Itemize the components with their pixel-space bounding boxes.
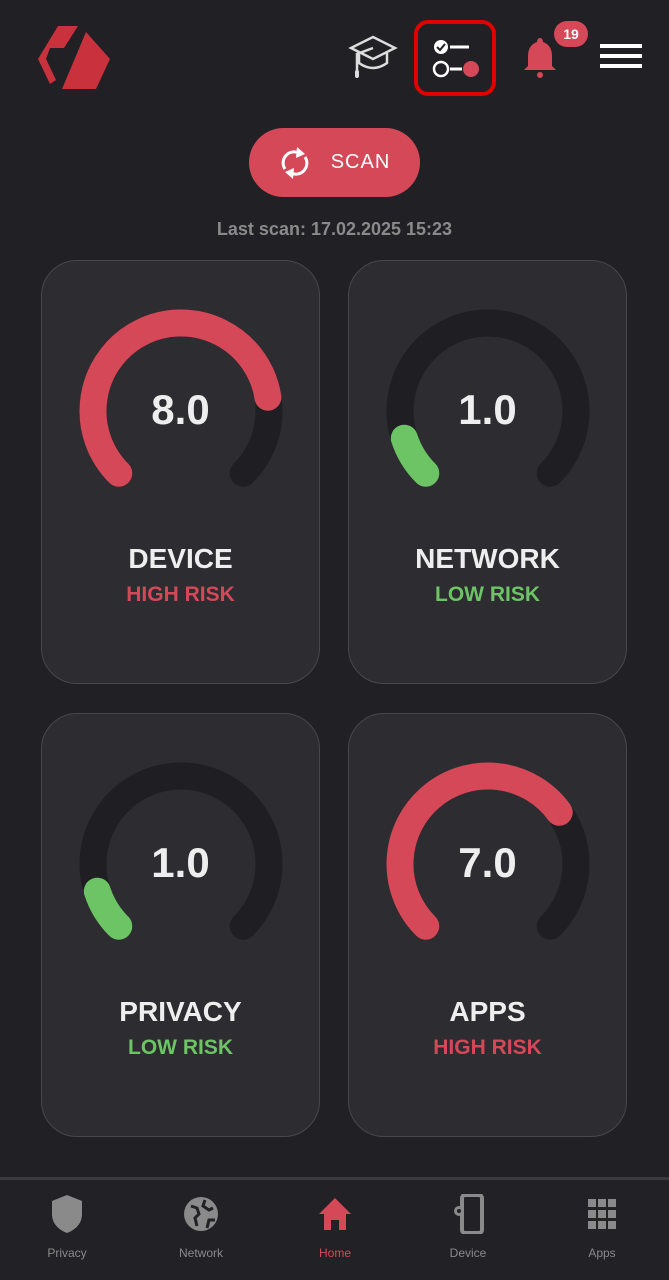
nav-network[interactable]: Network bbox=[134, 1194, 268, 1260]
globe-icon bbox=[184, 1197, 218, 1231]
scan-label: SCAN bbox=[330, 151, 391, 173]
gauge-value-arc bbox=[83, 877, 133, 940]
home-icon bbox=[319, 1198, 351, 1230]
notification-badge: 19 bbox=[554, 21, 588, 47]
refresh-icon bbox=[281, 146, 309, 179]
privacy-score-card[interactable]: 1.0 PRIVACY LOW RISK bbox=[41, 713, 320, 1137]
graduation-cap-icon[interactable] bbox=[348, 34, 398, 80]
bottom-navigation: Privacy Network Home Device Apps bbox=[0, 1177, 669, 1280]
nav-device[interactable]: Device bbox=[401, 1194, 535, 1260]
privacy-risk-label: LOW RISK bbox=[128, 1036, 233, 1059]
nav-network-label: Network bbox=[178, 1246, 223, 1260]
apps-title: APPS bbox=[449, 996, 526, 1027]
network-score-value: 1.0 bbox=[458, 386, 517, 433]
device-score-value: 8.0 bbox=[151, 386, 210, 433]
nav-privacy-label: Privacy bbox=[47, 1246, 87, 1260]
privacy-score-value: 1.0 bbox=[151, 839, 210, 886]
network-title: NETWORK bbox=[415, 543, 560, 574]
checklist-settings-button[interactable] bbox=[414, 20, 496, 96]
hamburger-menu-icon[interactable] bbox=[600, 42, 642, 70]
nav-apps[interactable]: Apps bbox=[535, 1194, 669, 1260]
shield-icon bbox=[52, 1195, 82, 1233]
apps-score-value: 7.0 bbox=[458, 839, 517, 886]
device-title: DEVICE bbox=[128, 543, 233, 574]
apps-score-card[interactable]: 7.0 APPS HIGH RISK bbox=[348, 713, 627, 1137]
nav-apps-label: Apps bbox=[588, 1246, 616, 1260]
device-score-card[interactable]: 8.0 DEVICE HIGH RISK bbox=[41, 260, 320, 684]
checklist-toggle-icon bbox=[432, 40, 479, 78]
bell-icon[interactable] bbox=[520, 36, 560, 80]
network-score-card[interactable]: 1.0 NETWORK LOW RISK bbox=[348, 260, 627, 684]
scan-button[interactable]: SCAN bbox=[249, 128, 420, 197]
last-scan-text: Last scan: 17.02.2025 15:23 bbox=[216, 219, 453, 239]
app-logo bbox=[38, 26, 110, 89]
gauge-value-arc bbox=[390, 424, 440, 487]
nav-device-label: Device bbox=[449, 1246, 487, 1260]
nav-home-label: Home bbox=[318, 1246, 351, 1260]
device-risk-label: HIGH RISK bbox=[126, 583, 235, 606]
device-settings-icon bbox=[454, 1194, 484, 1234]
network-risk-label: LOW RISK bbox=[435, 583, 540, 606]
apps-risk-label: HIGH RISK bbox=[433, 1036, 542, 1059]
nav-privacy[interactable]: Privacy bbox=[0, 1194, 134, 1260]
nav-home[interactable]: Home bbox=[268, 1194, 402, 1260]
apps-grid-icon bbox=[588, 1199, 616, 1229]
privacy-title: PRIVACY bbox=[119, 996, 242, 1027]
